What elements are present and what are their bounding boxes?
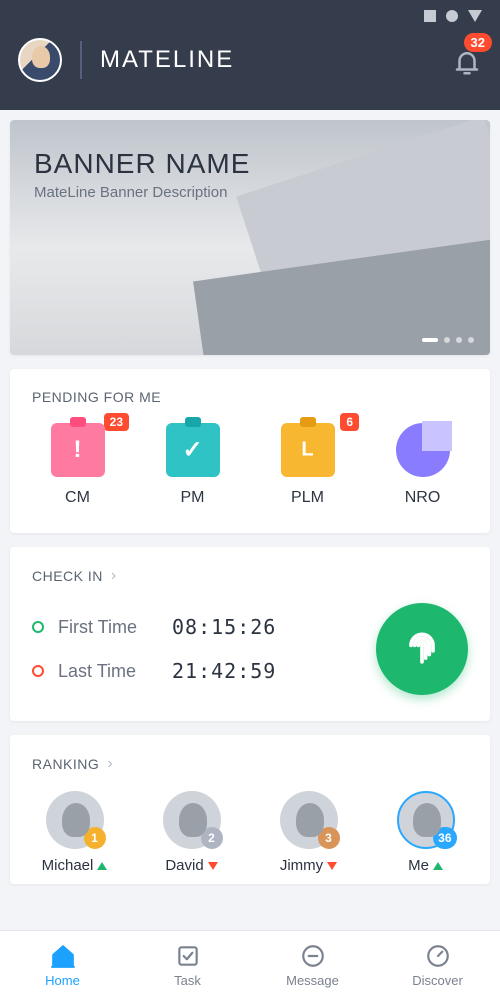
clipboard-check-icon: ✓ [166,423,220,477]
rank-badge: 36 [433,827,456,849]
pending-label: PLM [291,489,324,507]
status-dot-icon [32,621,44,633]
banner-title: BANNER NAME [34,148,250,180]
checkin-first-value: 08:15:26 [172,615,276,639]
pending-badge: 23 [104,413,129,431]
rank-name: Jimmy [280,857,323,874]
header-divider [80,41,82,79]
ranking-item[interactable]: 2 David [133,791,250,874]
trend-down-icon [327,862,337,870]
pending-title: PENDING FOR ME [10,369,490,423]
discover-icon [425,943,451,969]
pending-badge: 6 [340,413,359,431]
nav-message[interactable]: Message [250,931,375,1000]
nav-discover[interactable]: Discover [375,931,500,1000]
nav-label: Task [174,973,201,988]
ranking-header[interactable]: RANKING › [10,735,490,791]
bottom-nav: Home Task Message Discover [0,930,500,1000]
status-dot-icon [32,665,44,677]
pending-card: PENDING FOR ME 23 ! CM ✓ PM 6 L PLM NRO [10,369,490,533]
checkin-first-label: First Time [58,617,158,638]
clipboard-alert-icon: ! [51,423,105,477]
ranking-card: RANKING › 1 Michael 2 David 3 Jimmy 36 M… [10,735,490,884]
nav-label: Message [286,973,339,988]
pie-chart-icon [396,423,450,477]
pending-item-pm[interactable]: ✓ PM [135,423,250,507]
rank-badge: 3 [318,827,340,849]
status-circle-icon [446,10,458,22]
app-header: MATELINE 32 [0,0,500,110]
notification-badge: 32 [464,33,492,52]
ranking-title-text: RANKING [32,756,99,772]
rank-name: Michael [42,857,94,874]
rank-name: David [165,857,203,874]
trend-up-icon [433,862,443,870]
status-triangle-icon [468,10,482,22]
rank-avatar: 2 [163,791,221,849]
checkin-card: CHECK IN › First Time 08:15:26 Last Time… [10,547,490,721]
task-icon [175,943,201,969]
checkin-header[interactable]: CHECK IN › [10,547,490,603]
ranking-item-me[interactable]: 36 Me [367,791,484,874]
checkin-title-text: CHECK IN [32,568,103,584]
chevron-right-icon: › [107,755,113,773]
chevron-right-icon: › [111,567,117,585]
nav-label: Home [45,973,80,988]
rank-badge: 1 [84,827,106,849]
pending-item-nro[interactable]: NRO [365,423,480,507]
pending-item-cm[interactable]: 23 ! CM [20,423,135,507]
checkin-last-label: Last Time [58,661,158,682]
pending-label: PM [181,489,205,507]
ranking-item[interactable]: 3 Jimmy [250,791,367,874]
rank-name: Me [408,857,429,874]
checkin-last-row: Last Time 21:42:59 [32,649,356,693]
trend-down-icon [208,862,218,870]
fingerprint-button[interactable] [376,603,468,695]
app-title: MATELINE [100,46,234,74]
rank-badge: 2 [201,827,223,849]
banner-card[interactable]: BANNER NAME MateLine Banner Description [10,120,490,355]
carousel-dots[interactable] [422,337,474,343]
rank-avatar: 3 [280,791,338,849]
rank-avatar: 36 [397,791,455,849]
message-icon [300,943,326,969]
ranking-item[interactable]: 1 Michael [16,791,133,874]
status-indicators [424,10,482,22]
pending-label: NRO [405,489,441,507]
user-avatar[interactable] [18,38,62,82]
main-content: BANNER NAME MateLine Banner Description … [0,110,500,930]
notifications-button[interactable]: 32 [452,43,482,77]
pending-title-text: PENDING FOR ME [32,389,161,405]
nav-label: Discover [412,973,463,988]
fingerprint-icon [400,627,444,671]
trend-up-icon [97,862,107,870]
banner-subtitle: MateLine Banner Description [34,184,227,201]
checkin-first-row: First Time 08:15:26 [32,605,356,649]
nav-home[interactable]: Home [0,931,125,1000]
rank-avatar: 1 [46,791,104,849]
status-square-icon [424,10,436,22]
checkin-last-value: 21:42:59 [172,659,276,683]
nav-task[interactable]: Task [125,931,250,1000]
pending-label: CM [65,489,90,507]
pending-item-plm[interactable]: 6 L PLM [250,423,365,507]
clipboard-time-icon: L [281,423,335,477]
home-icon [50,943,76,969]
